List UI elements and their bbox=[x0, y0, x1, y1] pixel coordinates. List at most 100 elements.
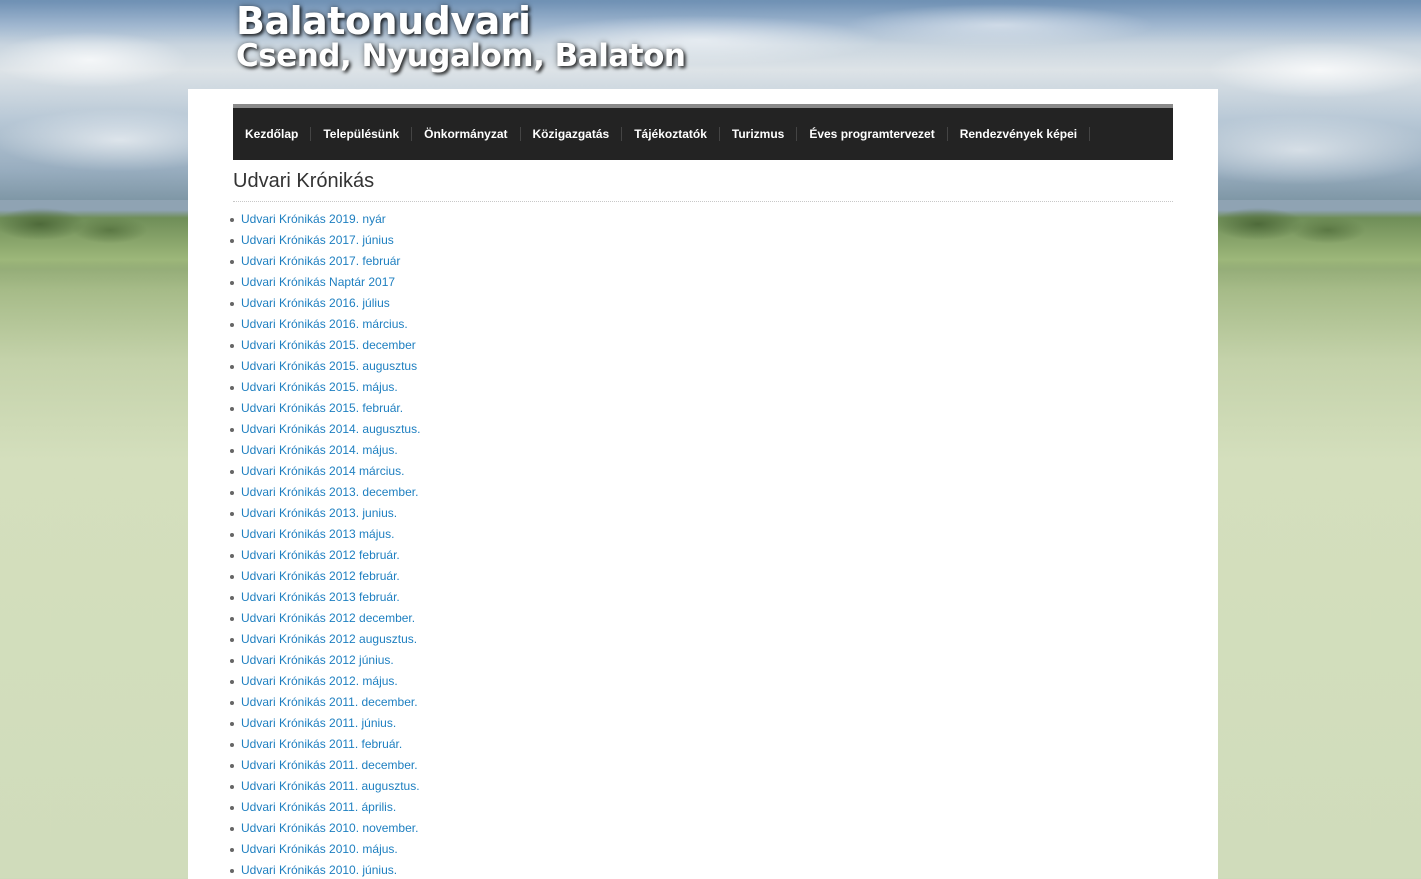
chronicle-link[interactable]: Udvari Krónikás 2012 február. bbox=[241, 548, 400, 562]
list-item: Udvari Krónikás 2013. december. bbox=[230, 482, 420, 503]
list-item: Udvari Krónikás 2014. május. bbox=[230, 440, 420, 461]
landscape-left bbox=[0, 200, 188, 270]
nav-item-turizmus[interactable]: Turizmus bbox=[720, 127, 798, 141]
list-item: Udvari Krónikás 2012. május. bbox=[230, 671, 420, 692]
chronicle-link[interactable]: Udvari Krónikás 2011. június. bbox=[241, 716, 396, 730]
bullet-icon bbox=[230, 344, 234, 348]
chronicle-link[interactable]: Udvari Krónikás 2016. március. bbox=[241, 317, 408, 331]
bullet-icon bbox=[230, 869, 234, 873]
nav-item-kezdolap[interactable]: Kezdőlap bbox=[233, 127, 312, 141]
bullet-icon bbox=[230, 659, 234, 663]
list-item: Udvari Krónikás 2013 május. bbox=[230, 524, 420, 545]
nav-item-telepulesunk[interactable]: Településünk bbox=[311, 127, 413, 141]
list-item: Udvari Krónikás 2013 február. bbox=[230, 587, 420, 608]
chronicle-link[interactable]: Udvari Krónikás 2013 február. bbox=[241, 590, 400, 604]
list-item: Udvari Krónikás 2011. december. bbox=[230, 692, 420, 713]
chronicle-link[interactable]: Udvari Krónikás 2011. december. bbox=[241, 695, 418, 709]
chronicle-link[interactable]: Udvari Krónikás 2010. június. bbox=[241, 863, 397, 877]
chronicle-link[interactable]: Udvari Krónikás 2015. február. bbox=[241, 401, 403, 415]
main-navigation: Kezdőlap Településünk Önkormányzat Közig… bbox=[233, 104, 1173, 160]
chronicle-link[interactable]: Udvari Krónikás 2016. július bbox=[241, 296, 390, 310]
list-item: Udvari Krónikás 2014 március. bbox=[230, 461, 420, 482]
bullet-icon bbox=[230, 365, 234, 369]
bullet-icon bbox=[230, 596, 234, 600]
chronicle-link[interactable]: Udvari Krónikás 2017. február bbox=[241, 254, 400, 268]
landscape-right bbox=[1218, 200, 1421, 270]
site-subtitle: Csend, Nyugalom, Balaton bbox=[236, 38, 686, 74]
list-item: Udvari Krónikás 2016. március. bbox=[230, 314, 420, 335]
chronicle-link[interactable]: Udvari Krónikás 2014 március. bbox=[241, 464, 404, 478]
page-title: Udvari Krónikás bbox=[233, 170, 375, 192]
nav-item-tajekoztatok[interactable]: Tájékoztatók bbox=[622, 127, 720, 141]
list-item: Udvari Krónikás 2015. május. bbox=[230, 377, 420, 398]
bullet-icon bbox=[230, 407, 234, 411]
chronicle-link[interactable]: Udvari Krónikás 2012 február. bbox=[241, 569, 400, 583]
bullet-icon bbox=[230, 533, 234, 537]
bullet-icon bbox=[230, 260, 234, 264]
chronicle-link[interactable]: Udvari Krónikás 2015. május. bbox=[241, 380, 398, 394]
bullet-icon bbox=[230, 701, 234, 705]
bullet-icon bbox=[230, 806, 234, 810]
chronicle-link[interactable]: Udvari Krónikás 2012 december. bbox=[241, 611, 415, 625]
bullet-icon bbox=[230, 323, 234, 327]
list-item: Udvari Krónikás 2015. december bbox=[230, 335, 420, 356]
site-title[interactable]: Balatonudvari bbox=[236, 2, 685, 40]
chronicle-link[interactable]: Udvari Krónikás 2013. junius. bbox=[241, 506, 397, 520]
nav-item-kozigazgatas[interactable]: Közigazgatás bbox=[521, 127, 623, 141]
list-item: Udvari Krónikás Naptár 2017 bbox=[230, 272, 420, 293]
nav-item-eves-programtervezet[interactable]: Éves programtervezet bbox=[797, 127, 948, 141]
bullet-icon bbox=[230, 470, 234, 474]
list-item: Udvari Krónikás 2012 június. bbox=[230, 650, 420, 671]
chronicle-link[interactable]: Udvari Krónikás 2014. május. bbox=[241, 443, 398, 457]
bullet-icon bbox=[230, 722, 234, 726]
list-item: Udvari Krónikás 2011. február. bbox=[230, 734, 420, 755]
bullet-icon bbox=[230, 764, 234, 768]
list-item: Udvari Krónikás 2011. december. bbox=[230, 755, 420, 776]
nav-item-onkormanyzat[interactable]: Önkormányzat bbox=[412, 127, 521, 141]
bullet-icon bbox=[230, 302, 234, 306]
bullet-icon bbox=[230, 428, 234, 432]
bullet-icon bbox=[230, 827, 234, 831]
bullet-icon bbox=[230, 554, 234, 558]
list-item: Udvari Krónikás 2010. november. bbox=[230, 818, 420, 839]
chronicle-link[interactable]: Udvari Krónikás 2015. december bbox=[241, 338, 416, 352]
bullet-icon bbox=[230, 239, 234, 243]
bullet-icon bbox=[230, 848, 234, 852]
bullet-icon bbox=[230, 218, 234, 222]
content-container: Kezdőlap Településünk Önkormányzat Közig… bbox=[188, 89, 1218, 879]
list-item: Udvari Krónikás 2015. február. bbox=[230, 398, 420, 419]
chronicle-link[interactable]: Udvari Krónikás 2012 augusztus. bbox=[241, 632, 417, 646]
list-item: Udvari Krónikás 2015. augusztus bbox=[230, 356, 420, 377]
list-item: Udvari Krónikás 2014. augusztus. bbox=[230, 419, 420, 440]
list-item: Udvari Krónikás 2019. nyár bbox=[230, 209, 420, 230]
chronicle-link[interactable]: Udvari Krónikás 2012 június. bbox=[241, 653, 394, 667]
chronicle-link[interactable]: Udvari Krónikás 2011. április. bbox=[241, 800, 396, 814]
chronicle-link[interactable]: Udvari Krónikás Naptár 2017 bbox=[241, 275, 395, 289]
list-item: Udvari Krónikás 2011. június. bbox=[230, 713, 420, 734]
chronicle-link[interactable]: Udvari Krónikás 2011. augusztus. bbox=[241, 779, 420, 793]
nav-item-rendezvenyek-kepei[interactable]: Rendezvények képei bbox=[948, 127, 1091, 141]
bullet-icon bbox=[230, 575, 234, 579]
chronicle-link[interactable]: Udvari Krónikás 2011. február. bbox=[241, 737, 402, 751]
chronicle-link[interactable]: Udvari Krónikás 2019. nyár bbox=[241, 212, 386, 226]
chronicle-link[interactable]: Udvari Krónikás 2017. június bbox=[241, 233, 394, 247]
chronicle-link[interactable]: Udvari Krónikás 2010. május. bbox=[241, 842, 398, 856]
chronicle-link[interactable]: Udvari Krónikás 2015. augusztus bbox=[241, 359, 417, 373]
chronicle-link[interactable]: Udvari Krónikás 2013 május. bbox=[241, 527, 394, 541]
list-item: Udvari Krónikás 2011. április. bbox=[230, 797, 420, 818]
chronicle-link[interactable]: Udvari Krónikás 2012. május. bbox=[241, 674, 398, 688]
chronicle-link[interactable]: Udvari Krónikás 2010. november. bbox=[241, 821, 418, 835]
bullet-icon bbox=[230, 491, 234, 495]
bullet-icon bbox=[230, 785, 234, 789]
chronicle-link[interactable]: Udvari Krónikás 2011. december. bbox=[241, 758, 418, 772]
chronicle-list: Udvari Krónikás 2019. nyár Udvari Krónik… bbox=[230, 209, 420, 879]
bullet-icon bbox=[230, 680, 234, 684]
list-item: Udvari Krónikás 2011. augusztus. bbox=[230, 776, 420, 797]
bullet-icon bbox=[230, 512, 234, 516]
bullet-icon bbox=[230, 281, 234, 285]
chronicle-link[interactable]: Udvari Krónikás 2014. augusztus. bbox=[241, 422, 420, 436]
chronicle-link[interactable]: Udvari Krónikás 2013. december. bbox=[241, 485, 418, 499]
list-item: Udvari Krónikás 2013. junius. bbox=[230, 503, 420, 524]
site-header: Balatonudvari Csend, Nyugalom, Balaton bbox=[236, 2, 686, 74]
list-item: Udvari Krónikás 2012 február. bbox=[230, 545, 420, 566]
